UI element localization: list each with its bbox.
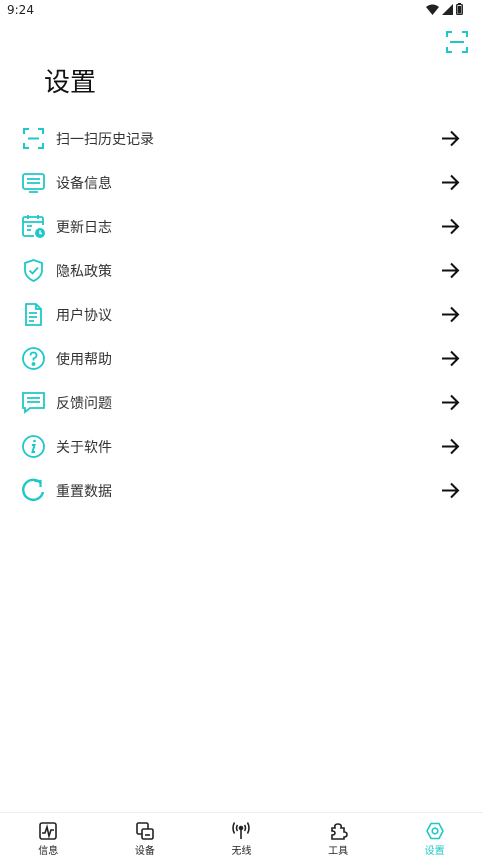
menu-item-label: 反馈问题	[56, 396, 112, 412]
puzzle-icon	[331, 823, 348, 840]
status-time: 9:24	[7, 3, 34, 17]
menu-item-feedback[interactable]: 反馈问题	[0, 380, 483, 424]
nav-item-devices[interactable]: 设备	[97, 813, 194, 859]
chat-icon	[22, 392, 45, 414]
signal-icon	[442, 3, 453, 15]
settings-menu: 扫一扫历史记录 设备信息 更新日志 隐私政策 用户协议 使用帮助 反馈问题 关于…	[0, 116, 483, 512]
scan-icon	[23, 128, 44, 149]
nav-label: 信息	[38, 846, 59, 857]
nav-item-info[interactable]: 信息	[0, 813, 97, 859]
devices-icon	[136, 822, 154, 840]
arrow-right-icon	[442, 130, 460, 147]
device-info-icon	[22, 173, 45, 193]
nav-item-settings[interactable]: 设置	[386, 813, 483, 859]
arrow-right-icon	[442, 262, 460, 279]
refresh-icon	[22, 478, 45, 501]
menu-item-label: 扫一扫历史记录	[56, 132, 154, 148]
menu-item-help[interactable]: 使用帮助	[0, 336, 483, 380]
help-icon	[22, 347, 45, 370]
arrow-right-icon	[442, 438, 460, 455]
activity-icon	[39, 822, 58, 840]
menu-item-update-log[interactable]: 更新日志	[0, 204, 483, 248]
wifi-icon	[426, 4, 439, 15]
arrow-right-icon	[442, 306, 460, 323]
bottom-nav: 信息 设备 无线 工具 设置	[0, 812, 483, 859]
menu-item-reset-data[interactable]: 重置数据	[0, 468, 483, 512]
scan-icon[interactable]	[444, 29, 470, 55]
settings-icon	[425, 822, 444, 840]
status-icons	[426, 3, 463, 15]
arrow-right-icon	[442, 218, 460, 235]
menu-item-label: 重置数据	[56, 484, 112, 500]
menu-item-label: 关于软件	[56, 440, 112, 456]
status-bar: 9:24	[0, 0, 483, 22]
info-icon	[22, 435, 45, 458]
menu-item-about[interactable]: 关于软件	[0, 424, 483, 468]
nav-item-wireless[interactable]: 无线	[193, 813, 290, 859]
battery-icon	[456, 3, 463, 15]
nav-label: 设备	[134, 846, 155, 857]
nav-label: 工具	[328, 846, 349, 857]
document-icon	[25, 303, 42, 326]
menu-item-device-info[interactable]: 设备信息	[0, 160, 483, 204]
menu-item-label: 隐私政策	[56, 264, 112, 280]
nav-item-tools[interactable]: 工具	[290, 813, 387, 859]
arrow-right-icon	[442, 394, 460, 411]
arrow-right-icon	[442, 174, 460, 191]
menu-item-label: 更新日志	[56, 220, 112, 236]
shield-check-icon	[24, 259, 43, 282]
calendar-clock-icon	[22, 215, 45, 238]
nav-label: 设置	[424, 846, 445, 857]
menu-item-user-agreement[interactable]: 用户协议	[0, 292, 483, 336]
menu-item-scan-history[interactable]: 扫一扫历史记录	[0, 116, 483, 160]
menu-item-privacy-policy[interactable]: 隐私政策	[0, 248, 483, 292]
menu-item-label: 设备信息	[56, 176, 112, 192]
antenna-icon	[232, 822, 251, 839]
nav-label: 无线	[231, 846, 252, 857]
menu-item-label: 使用帮助	[56, 352, 112, 368]
page-title: 设置	[44, 68, 97, 98]
arrow-right-icon	[442, 482, 460, 499]
menu-item-label: 用户协议	[56, 308, 112, 324]
arrow-right-icon	[442, 350, 460, 367]
